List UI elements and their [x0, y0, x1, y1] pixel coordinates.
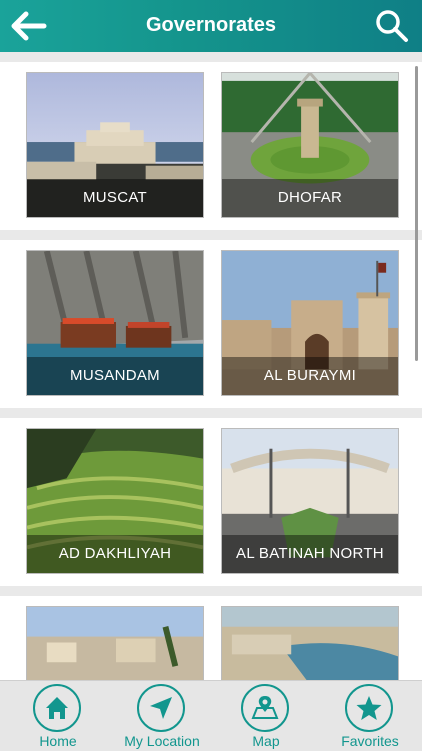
search-icon: [376, 10, 408, 42]
map-pin-icon: [241, 684, 289, 732]
governorate-name: AD DAKHLIYAH: [27, 535, 203, 573]
tab-label: Home: [39, 733, 77, 749]
governorate-image: [222, 607, 398, 680]
governorate-name: AL BURAYMI: [222, 357, 398, 395]
tab-home[interactable]: Home: [6, 681, 110, 751]
home-icon: [33, 684, 81, 732]
tab-label: Map: [252, 733, 280, 749]
governorate-card-muscat[interactable]: MUSCAT: [26, 72, 204, 218]
governorate-name: AL BATINAH NORTH: [222, 535, 398, 573]
tab-label: My Location: [124, 733, 200, 749]
tab-my-location[interactable]: My Location: [110, 681, 214, 751]
search-button[interactable]: [374, 8, 410, 44]
governorates-list[interactable]: MUSCAT DHOFAR MUSANDAM AL BURAYMI AD DAK…: [0, 52, 422, 680]
governorate-card[interactable]: [221, 606, 399, 680]
governorate-name: DHOFAR: [222, 179, 398, 217]
tab-favorites[interactable]: Favorites: [318, 681, 422, 751]
governorate-image: [27, 607, 203, 680]
governorate-card-ad-dakhliyah[interactable]: AD DAKHLIYAH: [26, 428, 204, 574]
list-row: MUSANDAM AL BURAYMI: [0, 240, 422, 408]
governorate-name: MUSANDAM: [27, 357, 203, 395]
governorate-name: MUSCAT: [27, 179, 203, 217]
bottom-tab-bar: Home My Location Map Favorites: [0, 680, 422, 751]
governorate-card[interactable]: [26, 606, 204, 680]
star-icon: [345, 684, 393, 732]
app-header: Governorates: [0, 0, 422, 52]
governorate-card-dhofar[interactable]: DHOFAR: [221, 72, 399, 218]
governorate-card-musandam[interactable]: MUSANDAM: [26, 250, 204, 396]
governorate-card-al-buraymi[interactable]: AL BURAYMI: [221, 250, 399, 396]
tab-label: Favorites: [341, 733, 399, 749]
tab-map[interactable]: Map: [214, 681, 318, 751]
list-row: MUSCAT DHOFAR: [0, 62, 422, 230]
location-arrow-icon: [137, 684, 185, 732]
list-row: AD DAKHLIYAH AL BATINAH NORTH: [0, 418, 422, 586]
list-row: [0, 596, 422, 680]
governorate-card-al-batinah-north[interactable]: AL BATINAH NORTH: [221, 428, 399, 574]
scrollbar[interactable]: [415, 66, 418, 361]
page-title: Governorates: [145, 14, 277, 36]
